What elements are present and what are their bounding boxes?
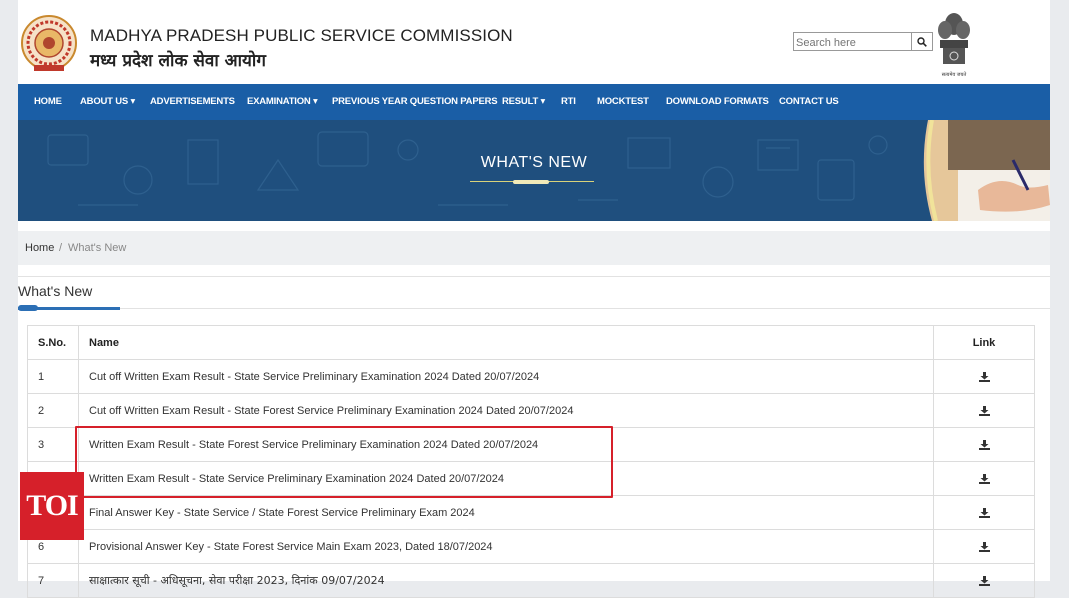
table-header-row: S.No. Name Link — [27, 325, 1035, 360]
org-name-hindi: मध्य प्रदेश लोक सेवा आयोग — [90, 51, 266, 71]
search-input[interactable] — [794, 35, 912, 51]
nav-about-us[interactable]: ABOUT US ▾ — [80, 84, 135, 120]
search-icon — [917, 36, 927, 47]
nav-mocktest[interactable]: MOCKTEST — [597, 84, 649, 120]
nav-home[interactable]: HOME — [34, 84, 62, 120]
nav-download-formats[interactable]: DOWNLOAD FORMATS — [666, 84, 769, 120]
row-name: Final Answer Key - State Service / State… — [78, 495, 934, 530]
download-icon[interactable] — [978, 371, 990, 382]
col-header-link: Link — [933, 325, 1035, 360]
row-link[interactable] — [933, 427, 1035, 462]
banner-photo-writing — [923, 120, 1050, 221]
row-name: Cut off Written Exam Result - State Serv… — [78, 359, 934, 394]
breadcrumb: Home / What's New — [18, 231, 1050, 265]
toi-watermark-logo: TOI — [20, 472, 84, 540]
row-sno: 1 — [27, 359, 79, 394]
main-navigation: HOME ABOUT US ▾ ADVERTISEMENTS EXAMINATI… — [18, 84, 1050, 120]
nav-advertisements[interactable]: ADVERTISEMENTS — [150, 84, 235, 120]
col-header-name: Name — [78, 325, 934, 360]
download-icon[interactable] — [978, 507, 990, 518]
download-icon[interactable] — [978, 439, 990, 450]
row-link[interactable] — [933, 495, 1035, 530]
breadcrumb-separator: / — [59, 242, 63, 254]
table-row: 7 साक्षात्कार सूची - अधिसूचना, सेवा परीक… — [27, 563, 1035, 598]
table-row: 6 Provisional Answer Key - State Forest … — [27, 529, 1035, 564]
section-title: What's New — [18, 283, 93, 299]
row-sno: 3 — [27, 427, 79, 462]
highlight-box — [75, 426, 613, 498]
row-sno: 7 — [27, 563, 79, 598]
download-icon[interactable] — [978, 541, 990, 552]
org-name-english: MADHYA PRADESH PUBLIC SERVICE COMMISSION — [90, 26, 513, 45]
search-button[interactable] — [911, 33, 932, 50]
table-row: 2 Cut off Written Exam Result - State Fo… — [27, 393, 1035, 428]
row-name: Cut off Written Exam Result - State Fore… — [78, 393, 934, 428]
download-icon[interactable] — [978, 405, 990, 416]
site-header: MADHYA PRADESH PUBLIC SERVICE COMMISSION… — [18, 0, 1050, 84]
row-link[interactable] — [933, 529, 1035, 564]
mppsc-emblem-icon[interactable] — [20, 13, 78, 75]
row-name: साक्षात्कार सूची - अधिसूचना, सेवा परीक्ष… — [78, 563, 934, 598]
nav-previous-year-question-papers[interactable]: PREVIOUS YEAR QUESTION PAPERS — [332, 84, 498, 120]
col-header-sno: S.No. — [27, 325, 79, 360]
nav-contact-us[interactable]: CONTACT US — [779, 84, 839, 120]
row-link[interactable] — [933, 393, 1035, 428]
row-link[interactable] — [933, 461, 1035, 496]
table-row: 1 Cut off Written Exam Result - State Se… — [27, 359, 1035, 394]
national-emblem-icon: सत्यमेव जयते — [938, 13, 970, 78]
section-divider — [18, 308, 1050, 309]
row-link[interactable] — [933, 359, 1035, 394]
breadcrumb-current: What's New — [68, 242, 127, 254]
row-sno: 2 — [27, 393, 79, 428]
nav-result[interactable]: RESULT ▾ — [502, 84, 545, 120]
section-title-underline-accent — [18, 305, 38, 311]
nav-rti[interactable]: RTI — [561, 84, 576, 120]
page-banner: WHAT'S NEW — [18, 120, 1050, 221]
download-icon[interactable] — [978, 575, 990, 586]
nav-examination[interactable]: EXAMINATION ▾ — [247, 84, 318, 120]
row-name: Provisional Answer Key - State Forest Se… — [78, 529, 934, 564]
breadcrumb-home[interactable]: Home — [25, 242, 54, 254]
download-icon[interactable] — [978, 473, 990, 484]
search-box — [793, 32, 933, 51]
row-link[interactable] — [933, 563, 1035, 598]
table-row: 5 Final Answer Key - State Service / Sta… — [27, 495, 1035, 530]
emblem-motto: सत्यमेव जयते — [942, 71, 967, 78]
banner-title: WHAT'S NEW — [480, 154, 588, 171]
banner-underline-accent — [513, 180, 549, 184]
